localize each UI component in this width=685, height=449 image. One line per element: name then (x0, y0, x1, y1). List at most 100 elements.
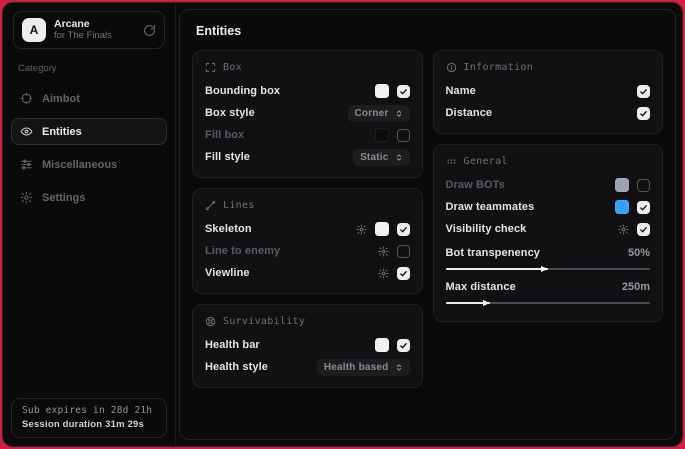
sidebar-nav: Aimbot Entities Miscellaneous Settings (3, 82, 175, 214)
health-style-row: Health style Health based (205, 356, 410, 378)
bounding-box-row: Bounding box (205, 80, 410, 102)
health-bar-color-swatch[interactable] (375, 338, 389, 352)
draw-bots-checkbox[interactable] (637, 179, 650, 192)
bot-transparency-group: Bot transpenency 50% (446, 244, 651, 274)
visibility-check-checkbox[interactable] (637, 223, 650, 236)
general-card: General Draw BOTs Draw teammates (433, 144, 664, 322)
skeleton-checkbox[interactable] (397, 223, 410, 236)
sidebar-item-miscellaneous[interactable]: Miscellaneous (11, 151, 167, 178)
viewline-settings-icon[interactable] (378, 268, 389, 279)
box-card-title: Box (223, 62, 242, 73)
fill-style-row: Fill style Static (205, 146, 410, 168)
fill-box-color-swatch[interactable] (375, 128, 389, 142)
fill-style-value: Static (360, 152, 388, 163)
max-distance-value: 250m (622, 281, 650, 293)
name-checkbox[interactable] (637, 85, 650, 98)
session-duration-text: Session duration 31m 29s (22, 419, 156, 430)
survivability-card-title: Survivability (223, 316, 305, 327)
viewline-checkbox[interactable] (397, 267, 410, 280)
main-panel: Entities Box Bounding box (179, 9, 676, 440)
sub-expiry-text: Sub expires in 28d 21h (22, 405, 156, 416)
line-to-enemy-checkbox[interactable] (397, 245, 410, 258)
distance-checkbox[interactable] (637, 107, 650, 120)
box-card-header: Box (205, 62, 410, 73)
app-name: Arcane (54, 18, 135, 30)
box-corners-icon (205, 62, 216, 73)
sidebar-item-label: Settings (42, 192, 85, 204)
app-window: A Arcane for The Finals Category Aimbot (2, 2, 683, 447)
draw-teammates-color-swatch[interactable] (615, 200, 629, 214)
information-card: Information Name Distance (433, 50, 664, 134)
health-style-dropdown[interactable]: Health based (317, 359, 410, 376)
bounding-box-checkbox[interactable] (397, 85, 410, 98)
sidebar-item-label: Aimbot (42, 93, 80, 105)
lines-card: Lines Skeleton (192, 188, 423, 294)
sidebar-item-entities[interactable]: Entities (11, 118, 167, 145)
health-style-label: Health style (205, 361, 268, 373)
fill-style-dropdown[interactable]: Static (353, 149, 409, 166)
chevron-updown-icon (395, 363, 403, 372)
info-icon (446, 62, 457, 73)
box-style-row: Box style Corner (205, 102, 410, 124)
draw-teammates-label: Draw teammates (446, 201, 535, 213)
sync-icon[interactable] (143, 24, 156, 37)
draw-teammates-checkbox[interactable] (637, 201, 650, 214)
general-card-title: General (464, 156, 508, 167)
draw-bots-color-swatch[interactable] (615, 178, 629, 192)
visibility-check-label: Visibility check (446, 223, 527, 235)
profile-names: Arcane for The Finals (54, 18, 135, 42)
max-distance-slider[interactable] (446, 298, 651, 308)
bot-transparency-value: 50% (628, 247, 650, 259)
line-to-enemy-label: Line to enemy (205, 245, 280, 257)
name-label: Name (446, 85, 476, 97)
grid-dots-icon (446, 156, 457, 167)
skeleton-settings-icon[interactable] (356, 224, 367, 235)
viewline-row: Viewline (205, 262, 410, 284)
general-card-header: General (446, 156, 651, 167)
fill-box-checkbox[interactable] (397, 129, 410, 142)
visibility-check-settings-icon[interactable] (618, 224, 629, 235)
sidebar-item-label: Entities (42, 126, 82, 138)
left-column: Box Bounding box Box style (192, 50, 423, 388)
box-style-label: Box style (205, 107, 255, 119)
max-distance-group: Max distance 250m (446, 278, 651, 308)
distance-label: Distance (446, 107, 493, 119)
max-distance-label: Max distance (446, 281, 516, 293)
health-bar-checkbox[interactable] (397, 339, 410, 352)
health-bar-label: Health bar (205, 339, 260, 351)
bot-transparency-slider[interactable] (446, 264, 651, 274)
sidebar-item-label: Miscellaneous (42, 159, 117, 171)
name-row: Name (446, 80, 651, 102)
chevron-updown-icon (395, 109, 403, 118)
lifebuoy-icon (205, 316, 216, 327)
skeleton-label: Skeleton (205, 223, 252, 235)
eye-icon (20, 125, 33, 138)
app-subtitle: for The Finals (54, 31, 135, 42)
subscription-info-card: Sub expires in 28d 21h Session duration … (11, 398, 167, 438)
fill-box-label: Fill box (205, 129, 244, 141)
line-to-enemy-row: Line to enemy (205, 240, 410, 262)
skeleton-color-swatch[interactable] (375, 222, 389, 236)
health-style-value: Health based (324, 362, 389, 373)
viewline-label: Viewline (205, 267, 250, 279)
draw-bots-row: Draw BOTs (446, 174, 651, 196)
box-card: Box Bounding box Box style (192, 50, 423, 178)
survivability-card-header: Survivability (205, 316, 410, 327)
sidebar-item-settings[interactable]: Settings (11, 184, 167, 211)
information-card-header: Information (446, 62, 651, 73)
box-style-dropdown[interactable]: Corner (348, 105, 410, 122)
lines-card-header: Lines (205, 200, 410, 211)
diagonal-line-icon (205, 200, 216, 211)
line-to-enemy-settings-icon[interactable] (378, 246, 389, 257)
slider-thumb[interactable] (483, 300, 490, 306)
bounding-box-color-swatch[interactable] (375, 84, 389, 98)
right-column: Information Name Distance (433, 50, 664, 322)
chevron-updown-icon (395, 153, 403, 162)
gear-icon (20, 191, 33, 204)
slider-fill (446, 268, 548, 270)
survivability-card: Survivability Health bar Health style (192, 304, 423, 388)
slider-thumb[interactable] (541, 266, 548, 272)
sliders-icon (20, 158, 33, 171)
sidebar-item-aimbot[interactable]: Aimbot (11, 85, 167, 112)
profile-card: A Arcane for The Finals (13, 11, 165, 49)
